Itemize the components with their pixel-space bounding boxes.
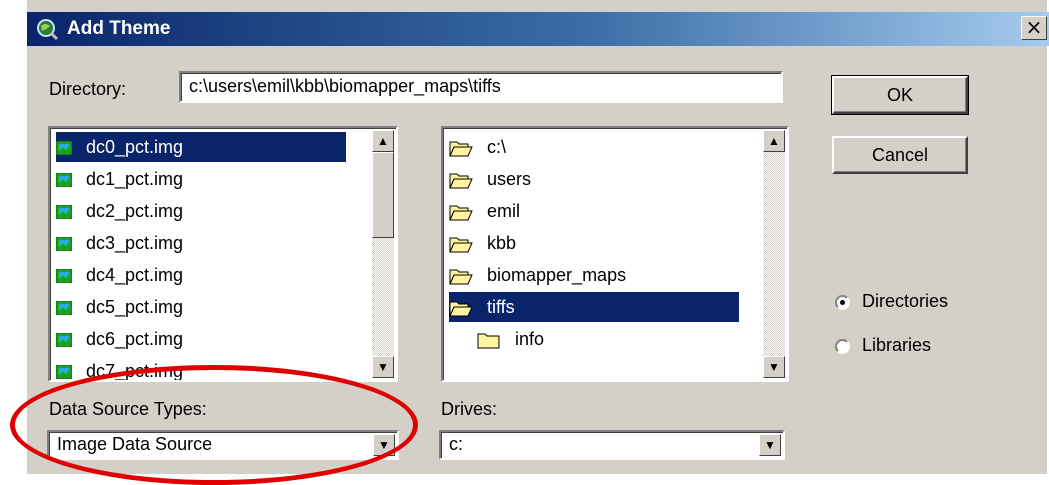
- file-name: dc4_pct.img: [86, 265, 184, 285]
- scroll-down-button[interactable]: ▼: [763, 356, 785, 378]
- file-list-item[interactable]: dc1_pct.img: [56, 164, 346, 194]
- image-file-icon: [56, 205, 72, 220]
- folder-list-item[interactable]: emil: [449, 196, 739, 226]
- folder-name: kbb: [487, 233, 517, 253]
- image-file-icon: [56, 237, 72, 252]
- folder-list-item[interactable]: c:\: [449, 132, 739, 162]
- drives-label: Drives:: [441, 399, 498, 419]
- folder-name: info: [515, 329, 545, 349]
- folder-list-item[interactable]: info: [477, 324, 737, 354]
- highlight-annotation: [10, 365, 418, 485]
- file-list-scrollbar[interactable]: ▲ ▼: [372, 130, 394, 378]
- cancel-button[interactable]: Cancel: [832, 136, 968, 174]
- dialog-title: Add Theme: [67, 18, 171, 39]
- scroll-up-button[interactable]: ▲: [763, 130, 785, 152]
- file-name: dc2_pct.img: [86, 201, 184, 221]
- image-file-icon: [56, 141, 72, 156]
- file-name: dc3_pct.img: [86, 233, 184, 253]
- folder-name: emil: [487, 201, 521, 221]
- directory-label: Directory:: [49, 79, 127, 99]
- open-folder-icon: [449, 301, 473, 317]
- ok-button[interactable]: OK: [831, 75, 969, 115]
- close-button[interactable]: ×: [1021, 16, 1047, 40]
- scroll-down-button[interactable]: ▼: [372, 356, 394, 378]
- open-folder-icon: [449, 269, 473, 285]
- file-name: dc0_pct.img: [86, 137, 184, 157]
- folder-list[interactable]: c:\ users emil kbb biomapper_mapstiffs info ▲…: [441, 126, 789, 382]
- file-list-item[interactable]: dc5_pct.img: [56, 292, 346, 322]
- folder-icon: [477, 333, 500, 349]
- folder-list-scrollbar[interactable]: ▲ ▼: [763, 130, 785, 378]
- file-list-item[interactable]: dc6_pct.img: [56, 324, 346, 354]
- folder-name: c:\: [487, 137, 507, 157]
- radio-on-icon: [835, 294, 850, 310]
- folder-list-item[interactable]: users: [449, 164, 739, 194]
- globe-magnifier-icon: [37, 19, 59, 41]
- file-list-item[interactable]: dc2_pct.img: [56, 196, 346, 226]
- file-list-item[interactable]: dc3_pct.img: [56, 228, 346, 258]
- scroll-up-button[interactable]: ▲: [372, 130, 394, 152]
- file-name: dc1_pct.img: [86, 169, 184, 189]
- file-name: dc6_pct.img: [86, 329, 184, 349]
- open-folder-icon: [449, 205, 473, 221]
- file-list-item[interactable]: dc0_pct.img: [56, 132, 346, 162]
- open-folder-icon: [449, 237, 473, 253]
- radio-directories[interactable]: Directories: [835, 290, 948, 312]
- folder-list-item[interactable]: kbb: [449, 228, 739, 258]
- open-folder-icon: [449, 173, 473, 189]
- radio-off-icon: [835, 338, 850, 354]
- folder-list-item[interactable]: tiffs: [449, 292, 739, 322]
- file-list[interactable]: dc0_pct.img dc1_pct.img dc2_pct.img dc3_pct…: [48, 126, 398, 382]
- file-list-item[interactable]: dc4_pct.img: [56, 260, 346, 290]
- image-file-icon: [56, 173, 72, 188]
- image-file-icon: [56, 333, 72, 348]
- title-bar[interactable]: Add Theme ×: [27, 12, 1049, 46]
- folder-name: users: [487, 169, 532, 189]
- scroll-thumb[interactable]: [372, 152, 394, 238]
- folder-name: tiffs: [487, 297, 515, 317]
- image-file-icon: [56, 365, 72, 380]
- open-folder-icon: [449, 141, 473, 157]
- folder-list-item[interactable]: biomapper_maps: [449, 260, 739, 290]
- image-file-icon: [56, 269, 72, 284]
- drives-select[interactable]: c: ▼: [439, 430, 785, 460]
- chevron-down-icon[interactable]: ▼: [759, 434, 781, 456]
- image-file-icon: [56, 301, 72, 316]
- file-name: dc5_pct.img: [86, 297, 184, 317]
- radio-libraries[interactable]: Libraries: [835, 334, 931, 356]
- directory-field[interactable]: c:\users\emil\kbb\biomapper_maps\tiffs: [179, 71, 783, 103]
- folder-name: biomapper_maps: [487, 265, 627, 285]
